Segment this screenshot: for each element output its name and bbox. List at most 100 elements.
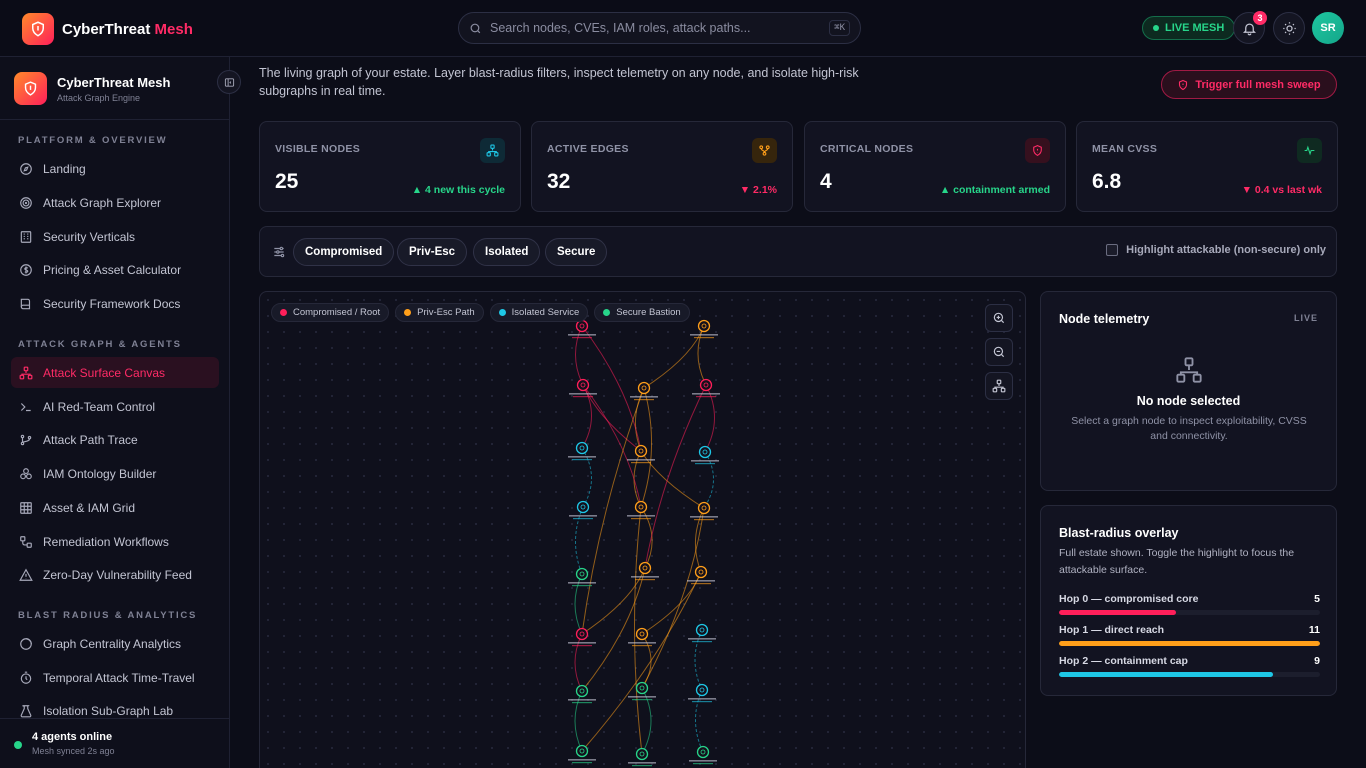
nav-item-ai-red-team-control[interactable]: AI Red-Team Control xyxy=(11,391,219,422)
graph-node[interactable] xyxy=(568,684,596,704)
agents-online: 4 agents online xyxy=(32,731,113,743)
hop-row: Hop 2 — containment cap 9 xyxy=(1059,655,1320,677)
filter-chip-compromised[interactable]: Compromised xyxy=(293,238,395,266)
stat-card-critical-nodes: CRITICAL NODES 4 ▲ containment armed xyxy=(804,121,1066,212)
graph-node[interactable] xyxy=(630,381,658,401)
stat-card-active-edges: ACTIVE EDGES 32 ▼ 2.1% xyxy=(531,121,793,212)
filter-chip-isolated[interactable]: Isolated xyxy=(473,238,541,266)
collapse-sidebar-button[interactable] xyxy=(217,70,241,94)
nav-label: Zero-Day Vulnerability Feed xyxy=(43,567,192,582)
nav-item-landing[interactable]: Landing xyxy=(11,153,219,184)
hop-bar xyxy=(1059,672,1274,677)
search-shortcut: ⌘K xyxy=(829,20,850,36)
nav-item-remediation-workflows[interactable]: Remediation Workflows xyxy=(11,526,219,557)
stat-delta: ▼ 2.1% xyxy=(739,184,777,196)
checkbox-label: Highlight attackable (non-secure) only xyxy=(1126,244,1326,256)
global-search[interactable]: ⌘K xyxy=(458,12,861,44)
graph-node[interactable] xyxy=(569,500,597,520)
graph-node[interactable] xyxy=(568,744,596,764)
attack-graph-canvas[interactable]: Compromised / Root Priv-Esc Path Isolate… xyxy=(259,291,1026,768)
highlight-checkbox[interactable] xyxy=(1106,244,1119,256)
nav-item-asset-iam-grid[interactable]: Asset & IAM Grid xyxy=(11,492,219,523)
aperture-icon xyxy=(19,637,33,651)
stat-value: 32 xyxy=(547,170,571,193)
graph-node[interactable] xyxy=(628,747,656,767)
graph-node[interactable] xyxy=(568,319,596,339)
blast-description: Full estate shown. Toggle the highlight … xyxy=(1059,547,1295,576)
sidebar-footer: 4 agents online Mesh synced 2s ago xyxy=(0,718,229,768)
building-icon xyxy=(19,230,33,244)
stat-value: 6.8 xyxy=(1092,170,1122,193)
nav-item-security-framework-docs[interactable]: Security Framework Docs xyxy=(11,288,219,319)
highlight-attackable-toggle[interactable]: Highlight attackable (non-secure) only xyxy=(1106,244,1326,256)
theme-toggle-button[interactable] xyxy=(1273,12,1305,44)
hop-bar xyxy=(1059,641,1320,646)
brand[interactable]: CyberThreat Mesh xyxy=(22,13,193,45)
nav-item-attack-graph-explorer[interactable]: Attack Graph Explorer xyxy=(11,187,219,218)
trigger-sweep-button[interactable]: Trigger full mesh sweep xyxy=(1161,70,1337,99)
zoom-in-button[interactable] xyxy=(985,304,1013,332)
empty-state-text: Select a graph node to inspect exploitab… xyxy=(1071,415,1307,442)
live-mesh-badge[interactable]: LIVE MESH xyxy=(1142,16,1236,40)
graph-node[interactable] xyxy=(631,561,659,581)
graph-node[interactable] xyxy=(688,623,716,643)
hop-label: Hop 0 — compromised core xyxy=(1059,593,1199,605)
dollar-icon xyxy=(19,263,33,277)
hop-value: 5 xyxy=(1314,593,1320,605)
nav-label: Pricing & Asset Calculator xyxy=(43,262,182,277)
graph-node[interactable] xyxy=(690,501,718,521)
hop-row: Hop 0 — compromised core 5 xyxy=(1059,593,1320,615)
graph-legend: Compromised / Root Priv-Esc Path Isolate… xyxy=(271,303,690,322)
nav-label: Asset & IAM Grid xyxy=(43,500,136,515)
fit-graph-button[interactable] xyxy=(985,372,1013,400)
zoom-out-icon xyxy=(992,345,1006,359)
graph-node[interactable] xyxy=(628,681,656,701)
section-label-attack-graph: ATTACK GRAPH & AGENTS xyxy=(18,339,182,350)
nav-label: Attack Surface Canvas xyxy=(43,365,166,380)
git-branch-icon xyxy=(19,433,33,447)
warning-icon xyxy=(19,568,33,582)
hop-label: Hop 2 — containment cap xyxy=(1059,655,1188,667)
nav-item-attack-path-trace[interactable]: Attack Path Trace xyxy=(11,424,219,455)
terminal-icon xyxy=(19,400,33,414)
graph-node[interactable] xyxy=(691,445,719,465)
legend-isolated: Isolated Service xyxy=(489,303,589,322)
graph-node[interactable] xyxy=(692,378,720,398)
graph-node[interactable] xyxy=(569,378,597,398)
search-input[interactable] xyxy=(490,21,830,35)
nav-item-security-verticals[interactable]: Security Verticals xyxy=(11,221,219,252)
timer-icon xyxy=(19,671,33,685)
nav-item-iam-ontology-builder[interactable]: IAM Ontology Builder xyxy=(11,458,219,489)
sidebar-subtitle: Attack Graph Engine xyxy=(57,92,141,103)
user-avatar[interactable]: SR xyxy=(1312,12,1344,44)
stat-value: 25 xyxy=(275,170,299,193)
nav-label: Attack Path Trace xyxy=(43,432,138,447)
filter-chip-priv-esc[interactable]: Priv-Esc xyxy=(397,238,468,266)
nav-item-attack-surface-canvas[interactable]: Attack Surface Canvas xyxy=(11,357,219,388)
graph-edge xyxy=(704,384,715,453)
notification-count: 3 xyxy=(1253,11,1267,25)
nav-item-graph-centrality-analytics[interactable]: Graph Centrality Analytics xyxy=(11,628,219,659)
graph-node[interactable] xyxy=(690,319,718,339)
nav-label: IAM Ontology Builder xyxy=(43,466,157,481)
grid-icon xyxy=(19,501,33,515)
filter-bar: Compromised Priv-Esc Isolated Secure Hig… xyxy=(259,226,1337,277)
zoom-in-icon xyxy=(992,311,1006,325)
graph-node[interactable] xyxy=(688,683,716,703)
attack-graph[interactable] xyxy=(260,292,1026,768)
filter-chip-secure[interactable]: Secure xyxy=(545,238,608,266)
nav-item-zero-day-vulnerability-feed[interactable]: Zero-Day Vulnerability Feed xyxy=(11,559,219,590)
graph-node[interactable] xyxy=(568,627,596,647)
nav-label: Attack Graph Explorer xyxy=(43,195,162,210)
graph-node[interactable] xyxy=(627,500,655,520)
stat-card-mean-cvss: MEAN CVSS 6.8 ▼ 0.4 vs last wk xyxy=(1076,121,1338,212)
graph-node[interactable] xyxy=(628,627,656,647)
notifications-button[interactable]: 3 xyxy=(1233,11,1267,44)
graph-node[interactable] xyxy=(689,745,717,765)
hop-row: Hop 1 — direct reach 11 xyxy=(1059,624,1320,646)
nav-item-pricing-asset-calculator[interactable]: Pricing & Asset Calculator xyxy=(11,254,219,285)
nav-item-temporal-attack-time-travel[interactable]: Temporal Attack Time-Travel xyxy=(11,662,219,693)
blast-radius-panel: Blast-radius overlay Full estate shown. … xyxy=(1040,505,1337,696)
zoom-out-button[interactable] xyxy=(985,338,1013,366)
graph-node[interactable] xyxy=(568,441,596,461)
